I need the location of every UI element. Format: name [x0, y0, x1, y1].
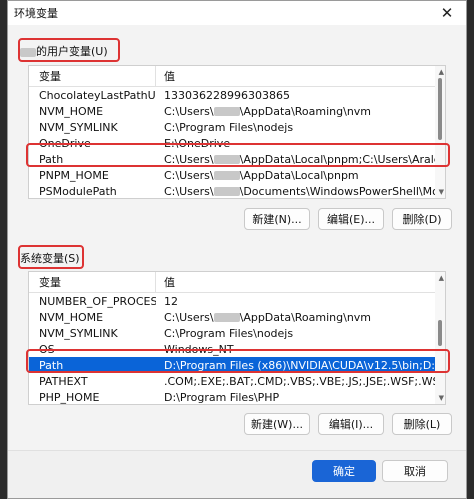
var-value: Windows_NT [164, 342, 234, 356]
table-row[interactable]: PATHEXT .COM;.EXE;.BAT;.CMD;.VBS;.VBE;.J… [29, 373, 445, 389]
redacted-username [213, 187, 240, 196]
redacted-username [20, 47, 36, 57]
user-vars-scrollbar[interactable]: ▲ ▼ [435, 66, 445, 198]
sys-vars-header: 变量 值 [29, 272, 445, 293]
table-row[interactable]: OneDrive E:\OneDrive [29, 135, 445, 151]
var-value: C:\Users\ \AppData\Roaming\nvm [156, 105, 445, 118]
var-value: C:\Users\ \AppData\Roaming\nvm [156, 311, 445, 324]
scroll-thumb[interactable] [438, 78, 442, 140]
col-header-name[interactable]: 变量 [29, 66, 156, 86]
value-prefix: C:\Users\ [164, 168, 214, 182]
var-name: NVM_SYMLINK [39, 120, 118, 134]
value-prefix: C:\Users\ [164, 184, 214, 198]
sys-delete-button[interactable]: 删除(L) [392, 413, 452, 435]
var-name: NVM_HOME [39, 310, 104, 324]
var-value: 12 [164, 294, 178, 308]
var-name: NUMBER_OF_PROCESSORS [39, 294, 156, 308]
col-header-name[interactable]: 变量 [29, 272, 156, 292]
value-prefix: C:\Users\ [164, 152, 214, 166]
table-row-path-system-selected[interactable]: Path D:\Program Files (x86)\NVIDIA\CUDA\… [29, 357, 445, 373]
var-value: C:\Program Files\nodejs [164, 326, 294, 340]
value-suffix: \AppData\Local\pnpm [239, 168, 359, 182]
table-row[interactable]: NUMBER_OF_PROCESSORS 12 [29, 293, 445, 309]
scroll-up-icon[interactable]: ▲ [439, 68, 444, 76]
var-name: Path [39, 358, 64, 372]
value-prefix: C:\Users\ [164, 104, 214, 118]
user-vars-label: 的用户变量(U) [20, 43, 108, 59]
sys-new-button[interactable]: 新建(W)... [244, 413, 310, 435]
user-vars-list[interactable]: 变量 值 ChocolateyLastPathUpdate 1330362289… [28, 65, 446, 199]
var-name: OS [39, 342, 55, 356]
var-name: PSModulePath [39, 184, 117, 198]
var-value: E:\OneDrive [164, 136, 231, 150]
var-value: C:\Users\ \AppData\Local\pnpm [156, 169, 445, 182]
value-suffix: \AppData\Local\pnpm;C:\Users\Arale\AppDa… [239, 152, 445, 166]
var-name: Path [39, 152, 64, 166]
table-row[interactable]: NVM_HOME C:\Users\ \AppData\Roaming\nvm [29, 103, 445, 119]
var-name: PHP_HOME [39, 390, 100, 404]
ok-button[interactable]: 确定 [312, 460, 376, 482]
user-new-button[interactable]: 新建(N)... [244, 208, 310, 230]
var-value: D:\Program Files\PHP [164, 390, 280, 404]
redacted-username [213, 171, 240, 180]
footer-divider [8, 450, 466, 451]
sys-vars-scrollbar[interactable]: ▲ ▼ [435, 272, 445, 404]
user-delete-button[interactable]: 删除(D) [392, 208, 452, 230]
col-header-value[interactable]: 值 [156, 66, 445, 86]
col-header-value[interactable]: 值 [156, 272, 445, 292]
var-name: PATHEXT [39, 374, 88, 388]
redacted-username [213, 155, 240, 164]
table-row[interactable]: PSModulePath C:\Users\ \Documents\Windows… [29, 183, 445, 198]
table-row[interactable]: NVM_HOME C:\Users\ \AppData\Roaming\nvm [29, 309, 445, 325]
table-row[interactable]: ChocolateyLastPathUpdate 133036228996303… [29, 87, 445, 103]
redacted-username [213, 313, 240, 322]
table-row[interactable]: PNPM_HOME C:\Users\ \AppData\Local\pnpm [29, 167, 445, 183]
scroll-thumb[interactable] [438, 320, 442, 346]
var-value: C:\Users\ \Documents\WindowsPowerShell\Mo… [156, 185, 445, 198]
var-name: NVM_SYMLINK [39, 326, 118, 340]
user-vars-header: 变量 值 [29, 66, 445, 87]
user-vars-label-text: 的用户变量(U) [36, 45, 108, 58]
scroll-down-icon[interactable]: ▼ [439, 188, 444, 196]
var-value: C:\Program Files\nodejs [164, 120, 294, 134]
var-value: C:\Users\ \AppData\Local\pnpm;C:\Users\Ar… [156, 153, 445, 166]
sys-vars-list[interactable]: 变量 值 NUMBER_OF_PROCESSORS 12 NVM_HOME C:… [28, 271, 446, 405]
var-value: D:\Program Files (x86)\NVIDIA\CUDA\v12.5… [164, 358, 445, 372]
title-bar: 环境变量 ✕ [8, 1, 466, 25]
table-row-path-user[interactable]: Path C:\Users\ \AppData\Local\pnpm;C:\Use… [29, 151, 445, 167]
var-name: ChocolateyLastPathUpdate [39, 88, 156, 102]
table-row[interactable]: OS Windows_NT [29, 341, 445, 357]
value-prefix: C:\Users\ [164, 310, 214, 324]
redacted-username [213, 107, 240, 116]
value-suffix: \Documents\WindowsPowerShell\Modules;C:\… [239, 184, 445, 198]
var-value: 133036228996303865 [164, 88, 290, 102]
value-suffix: \AppData\Roaming\nvm [239, 104, 372, 118]
window-title: 环境变量 [14, 7, 58, 20]
table-row[interactable]: NVM_SYMLINK C:\Program Files\nodejs [29, 325, 445, 341]
sys-vars-label: 系统变量(S) [20, 252, 80, 265]
env-vars-dialog: 环境变量 ✕ 的用户变量(U) 变量 值 ChocolateyLastPathU… [7, 0, 467, 499]
scroll-up-icon[interactable]: ▲ [439, 274, 444, 282]
user-edit-button[interactable]: 编辑(E)... [318, 208, 384, 230]
sys-edit-button[interactable]: 编辑(I)... [318, 413, 384, 435]
var-value: .COM;.EXE;.BAT;.CMD;.VBS;.VBE;.JS;.JSE;.… [164, 374, 445, 388]
scroll-down-icon[interactable]: ▼ [439, 394, 444, 402]
table-row[interactable]: PHP_HOME D:\Program Files\PHP [29, 389, 445, 404]
var-name: PNPM_HOME [39, 168, 109, 182]
var-name: NVM_HOME [39, 104, 104, 118]
cancel-button[interactable]: 取消 [382, 460, 448, 482]
table-row[interactable]: NVM_SYMLINK C:\Program Files\nodejs [29, 119, 445, 135]
var-name: OneDrive [39, 136, 91, 150]
value-suffix: \AppData\Roaming\nvm [239, 310, 372, 324]
close-icon[interactable]: ✕ [436, 3, 458, 23]
